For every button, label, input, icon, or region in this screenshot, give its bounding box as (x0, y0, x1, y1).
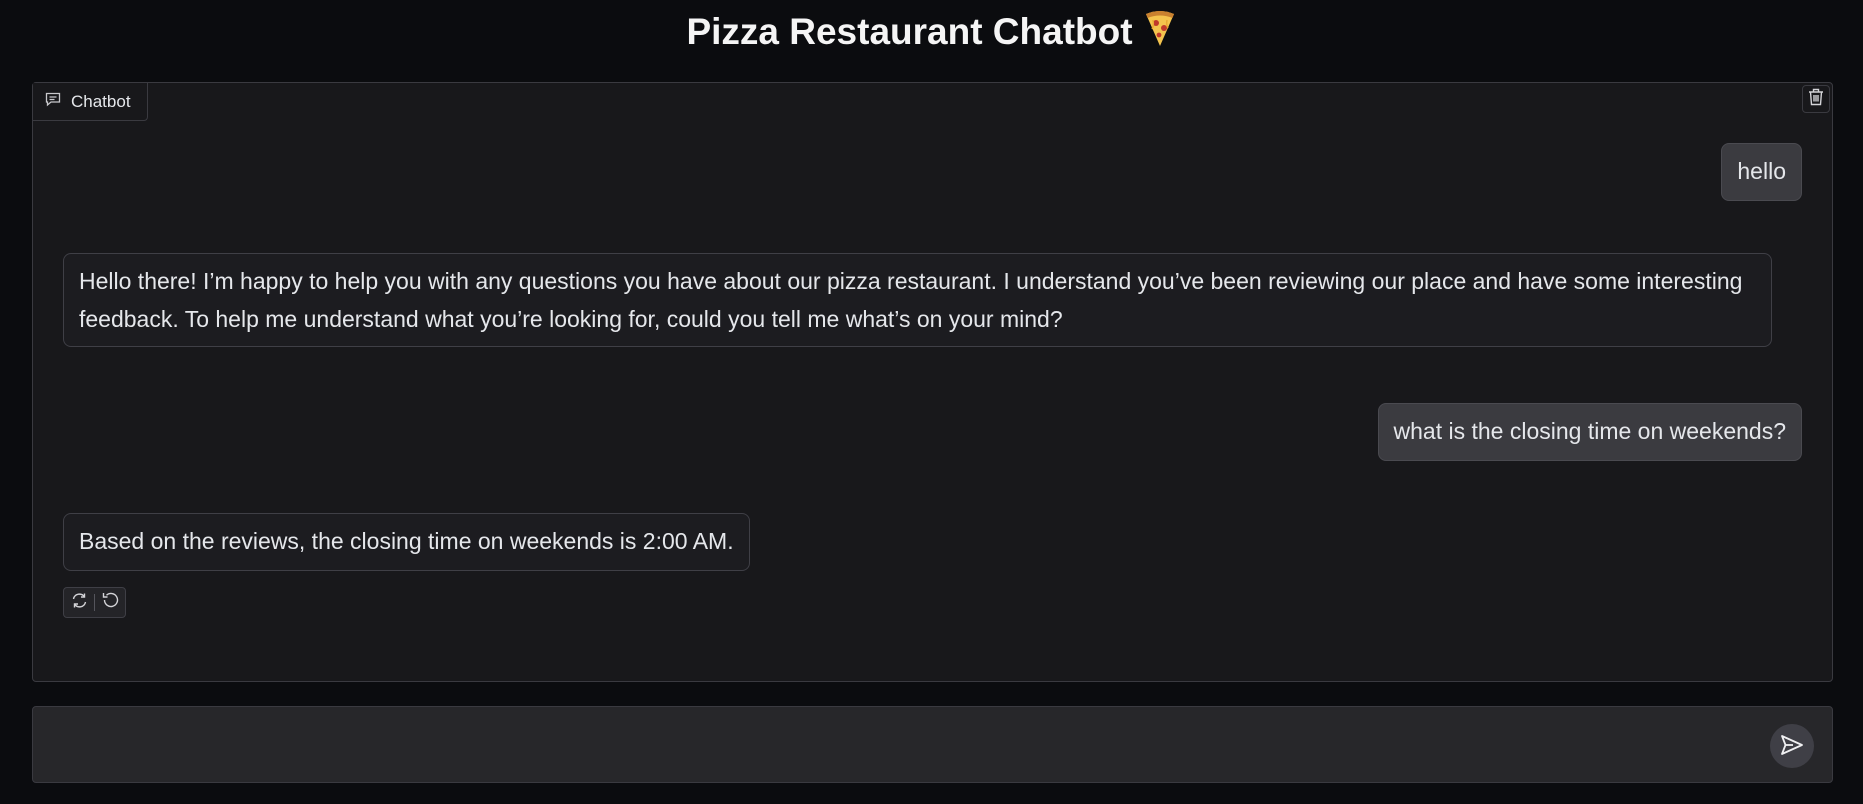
page-title: Pizza Restaurant Chatbot (0, 8, 1863, 56)
chat-bubble-icon (45, 92, 61, 112)
send-button[interactable] (1770, 724, 1814, 768)
pizza-icon (1143, 9, 1177, 59)
retry-button[interactable] (64, 588, 94, 617)
undo-icon (101, 591, 119, 614)
user-message: what is the closing time on weekends? (1377, 403, 1802, 461)
trash-icon (1808, 88, 1824, 111)
message-input[interactable] (33, 707, 1753, 782)
clear-chat-button[interactable] (1802, 85, 1830, 113)
chatbot-panel: Chatbot hello Hello there! I’m happy to … (32, 82, 1833, 682)
send-icon (1780, 734, 1804, 759)
retry-icon (71, 592, 88, 614)
bot-message: Based on the reviews, the closing time o… (63, 513, 750, 571)
user-message: hello (1721, 143, 1802, 201)
message-input-container (32, 706, 1833, 783)
page-title-text: Pizza Restaurant Chatbot (686, 11, 1133, 52)
chatbot-tab-label: Chatbot (71, 91, 131, 111)
undo-button[interactable] (95, 588, 125, 617)
bot-message: Hello there! I’m happy to help you with … (63, 253, 1772, 347)
message-actions (63, 587, 126, 618)
chatbot-tab: Chatbot (33, 83, 148, 121)
